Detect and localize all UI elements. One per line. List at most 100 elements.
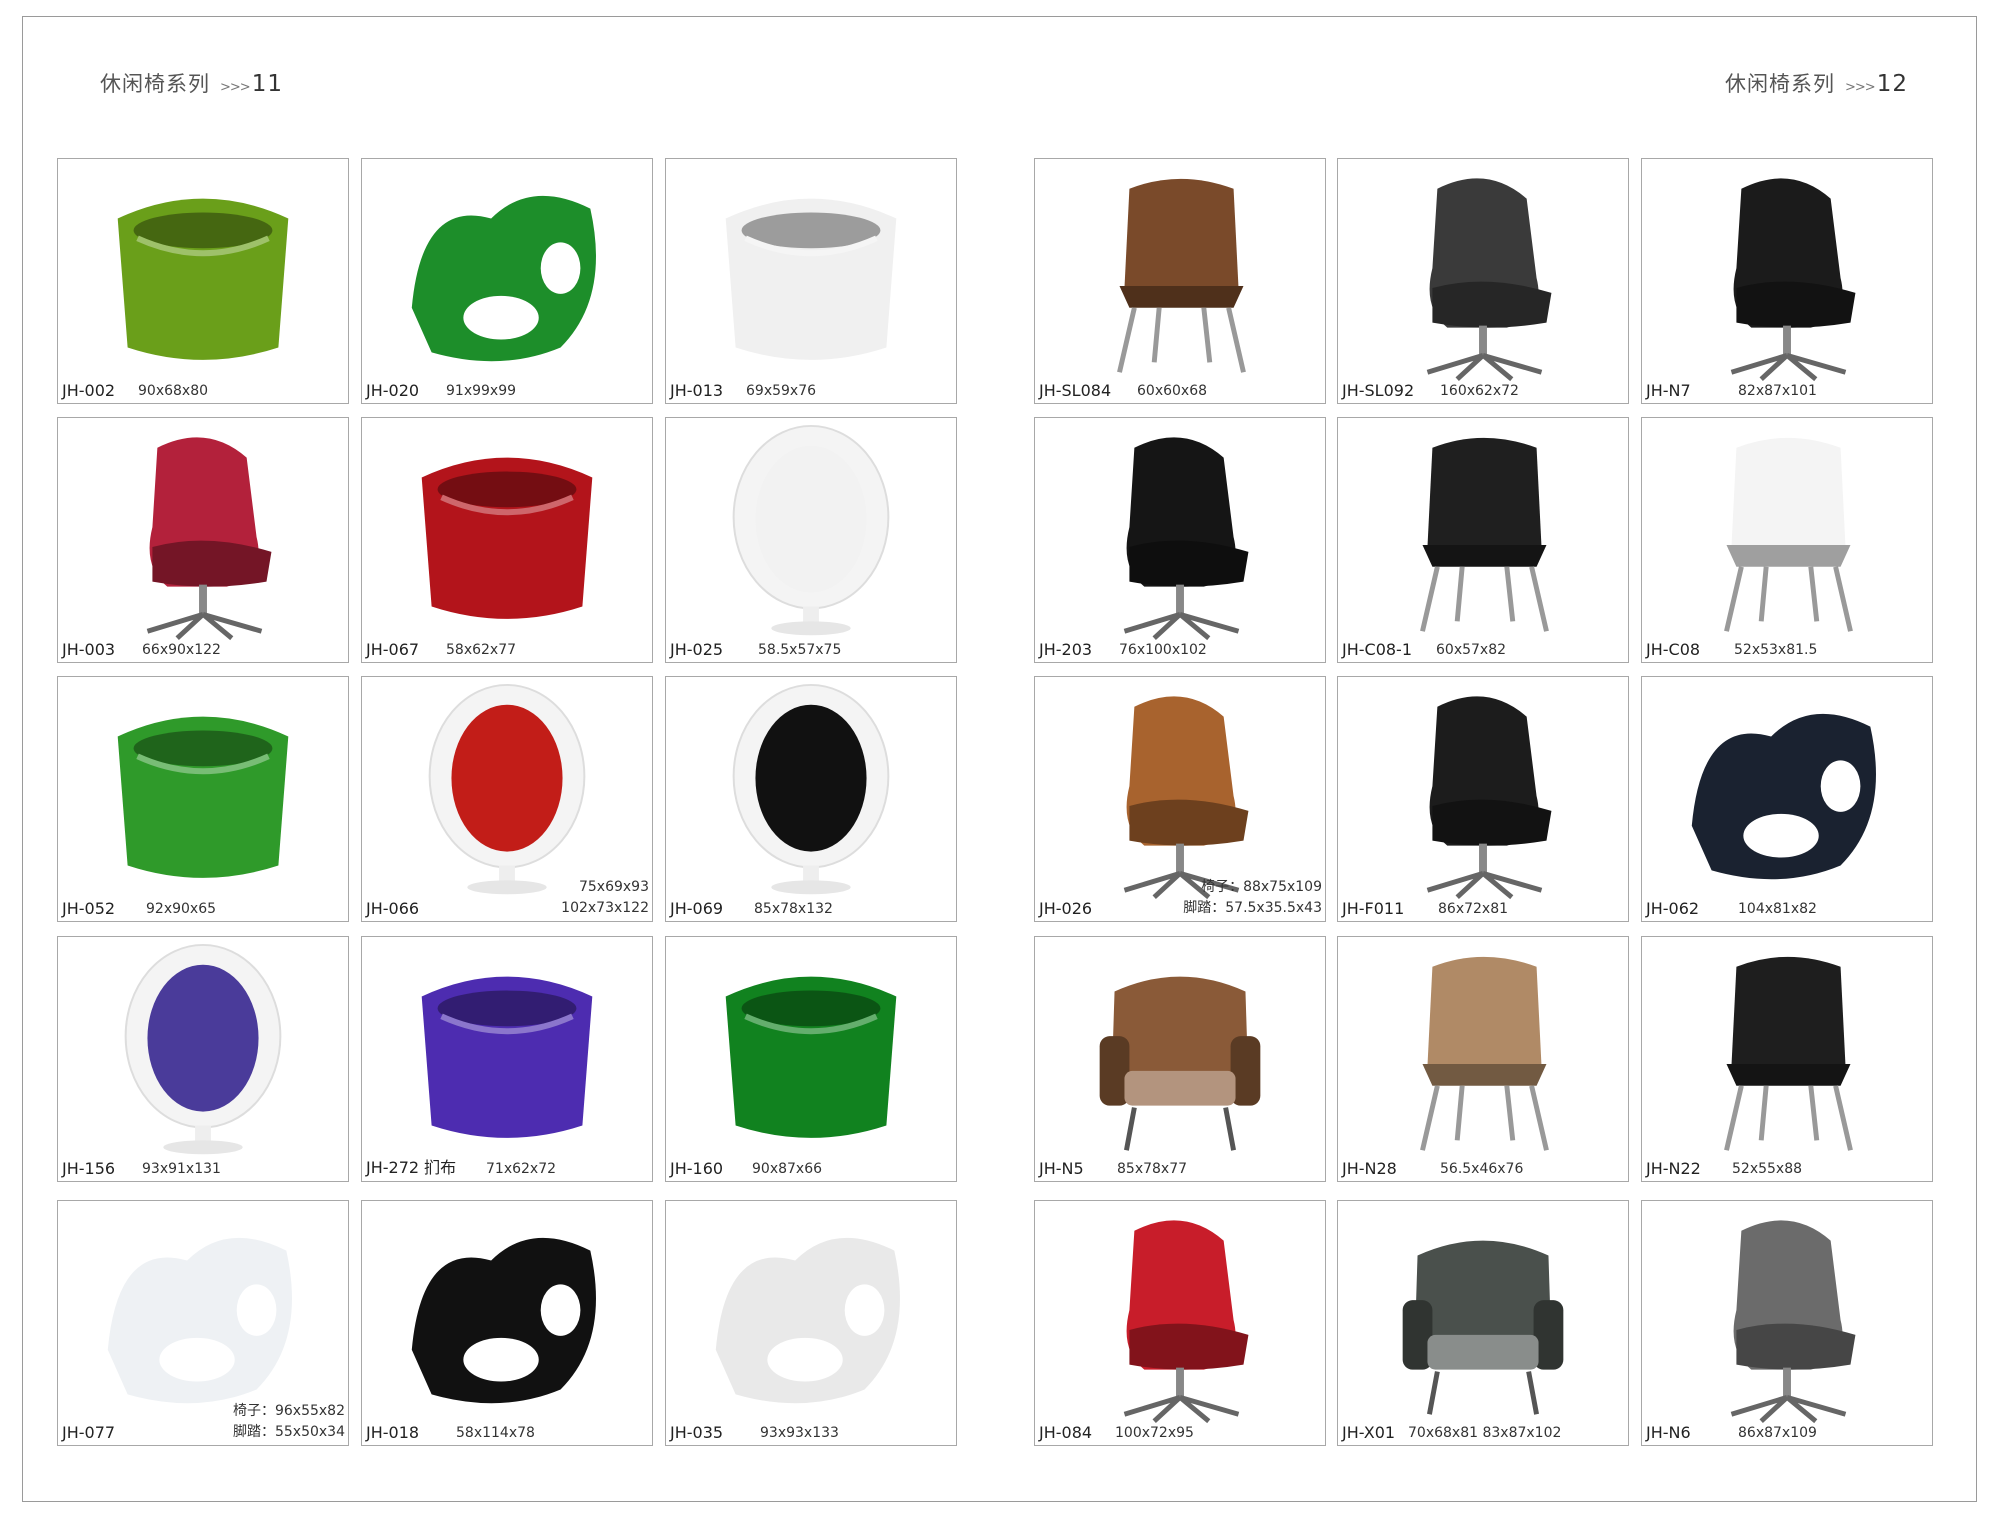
product-dimensions: 75x69x93 102x73x122 (561, 877, 649, 919)
chair-image (1117, 178, 1246, 373)
chair-image (1724, 437, 1853, 632)
product-dimensions: 60x60x68 (1137, 383, 1208, 399)
dimension-line: 椅子：96x55x82 (232, 1403, 345, 1419)
product-dimensions: 71x62x72 (486, 1161, 557, 1177)
product-card: JH-SL092 160x62x72 (1337, 158, 1629, 404)
product-card: JH-SL084 60x60x68 (1034, 158, 1326, 404)
product-card: JH-160 90x87x66 (665, 936, 957, 1182)
chair-image (411, 1237, 596, 1404)
chair-image (411, 195, 596, 362)
dimension-line: 脚踏：55x50x34 (232, 1424, 345, 1440)
product-code: JH-069 (670, 899, 724, 918)
dimension-line: 椅子：88x75x109 (1201, 879, 1322, 895)
page-number: 12 (1876, 71, 1908, 97)
product-code: JH-156 (62, 1159, 116, 1178)
product-dimensions: 92x90x65 (146, 901, 217, 917)
product-dimensions: 66x90x122 (142, 642, 221, 658)
chair-image (1691, 713, 1876, 880)
dimension-line: 脚踏：57.5x35.5x43 (1183, 900, 1322, 916)
chair-image (146, 437, 272, 641)
product-code: JH-272 扪布 (366, 1158, 457, 1177)
product-dimensions: 85x78x132 (754, 901, 833, 917)
product-code: JH-C08-1 (1342, 640, 1413, 659)
product-code: JH-026 (1039, 899, 1093, 918)
chair-image (715, 1237, 900, 1404)
product-code: JH-203 (1039, 640, 1093, 659)
product-dimensions: 160x62x72 (1440, 383, 1519, 399)
product-dimensions: 100x72x95 (1115, 1425, 1194, 1441)
chair-image (1730, 178, 1856, 382)
product-card: JH-062 104x81x82 (1641, 676, 1933, 922)
product-code: JH-SL084 (1039, 381, 1112, 400)
product-card: JH-N7 82x87x101 (1641, 158, 1933, 404)
dimension-line: 102x73x122 (561, 900, 649, 916)
product-code: JH-013 (670, 381, 724, 400)
chair-image (117, 198, 289, 360)
product-code: JH-052 (62, 899, 116, 918)
product-code: JH-F011 (1342, 899, 1405, 918)
product-code: JH-020 (366, 381, 420, 400)
left-page-title: 休闲椅系列 >>>11 (100, 68, 283, 98)
product-dimensions: 85x78x77 (1117, 1161, 1188, 1177)
chair-image (732, 683, 890, 895)
chair-image (1123, 1220, 1249, 1424)
product-card: JH-272 扪布 71x62x72 (361, 936, 653, 1182)
product-card: JH-069 85x78x132 (665, 676, 957, 922)
product-card: JH-077 椅子：96x55x82 脚踏：55x50x34 (57, 1200, 349, 1446)
chair-image (1420, 437, 1549, 632)
product-code: JH-035 (670, 1423, 724, 1442)
arrows: >>> (1845, 80, 1876, 95)
product-dimensions: 90x68x80 (138, 383, 209, 399)
product-card: JH-013 69x59x76 (665, 158, 957, 404)
product-card: JH-067 58x62x77 (361, 417, 653, 663)
product-code: JH-N22 (1646, 1159, 1701, 1178)
product-code: JH-C08 (1646, 640, 1701, 659)
product-code: JH-067 (366, 640, 420, 659)
product-dimensions: 82x87x101 (1738, 383, 1817, 399)
product-code: JH-N28 (1342, 1159, 1397, 1178)
product-card: JH-C08-1 60x57x82 (1337, 417, 1629, 663)
product-dimensions: 56.5x46x76 (1440, 1161, 1524, 1177)
chair-image (421, 457, 593, 619)
series-title: 休闲椅系列 (1725, 72, 1835, 96)
product-code: JH-062 (1646, 899, 1700, 918)
product-dimensions: 91x99x99 (446, 383, 517, 399)
product-dimensions: 52x55x88 (1732, 1161, 1803, 1177)
product-dimensions: 椅子：88x75x109 脚踏：57.5x35.5x43 (1183, 877, 1322, 919)
product-card: JH-084 100x72x95 (1034, 1200, 1326, 1446)
chair-image (1426, 696, 1552, 900)
chair-image (1724, 956, 1853, 1151)
product-code: JH-002 (62, 381, 116, 400)
product-code: JH-160 (670, 1159, 724, 1178)
chair-image (421, 976, 593, 1138)
product-dimensions: 58.5x57x75 (758, 642, 842, 658)
chair-image (1402, 1240, 1564, 1415)
product-card: JH-N6 86x87x109 (1641, 1200, 1933, 1446)
chair-image (1426, 178, 1552, 382)
product-card: JH-C08 52x53x81.5 (1641, 417, 1933, 663)
chair-image (732, 424, 890, 636)
product-card: JH-020 91x99x99 (361, 158, 653, 404)
product-code: JH-SL092 (1342, 381, 1415, 400)
chair-image (1123, 437, 1249, 641)
product-dimensions: 86x87x109 (1738, 1425, 1817, 1441)
product-card: JH-025 58.5x57x75 (665, 417, 957, 663)
product-card: JH-003 66x90x122 (57, 417, 349, 663)
product-card: JH-035 93x93x133 (665, 1200, 957, 1446)
product-card: JH-X01 70x68x81 83x87x102 (1337, 1200, 1629, 1446)
chair-image (725, 976, 897, 1138)
product-card: JH-052 92x90x65 (57, 676, 349, 922)
product-code: JH-066 (366, 899, 420, 918)
product-card: JH-002 90x68x80 (57, 158, 349, 404)
product-dimensions: 椅子：96x55x82 脚踏：55x50x34 (233, 1401, 345, 1443)
chair-image (1099, 976, 1261, 1151)
product-dimensions: 58x114x78 (456, 1425, 535, 1441)
chair-image (725, 198, 897, 360)
arrows: >>> (220, 80, 251, 95)
product-code: JH-003 (62, 640, 116, 659)
series-title: 休闲椅系列 (100, 72, 210, 96)
product-card: JH-026 椅子：88x75x109 脚踏：57.5x35.5x43 (1034, 676, 1326, 922)
product-card: JH-018 58x114x78 (361, 1200, 653, 1446)
product-code: JH-084 (1039, 1423, 1093, 1442)
product-card: JH-066 75x69x93 102x73x122 (361, 676, 653, 922)
